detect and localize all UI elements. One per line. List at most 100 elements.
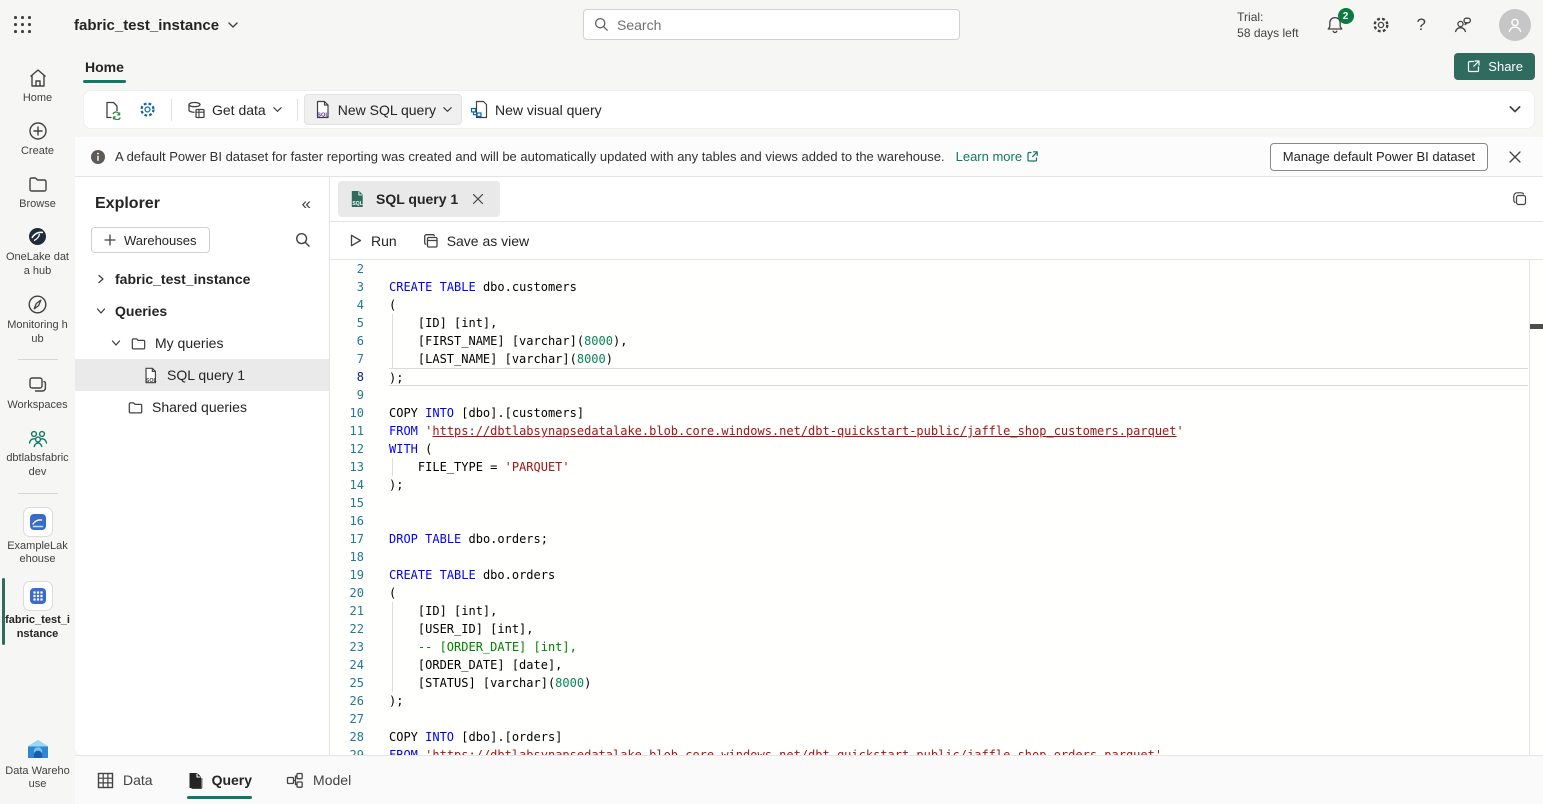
code-line-5[interactable]: 5 [ID] [int],	[330, 314, 1543, 332]
line-number: 18	[330, 548, 364, 566]
explorer-search-icon[interactable]	[295, 232, 311, 248]
ribbon-tab-home[interactable]: Home	[83, 57, 126, 77]
code-line-19[interactable]: 19CREATE TABLE dbo.orders	[330, 566, 1543, 584]
view-tab-model[interactable]: Model	[286, 756, 351, 804]
help-button[interactable]: ?	[1417, 15, 1426, 35]
global-search[interactable]	[583, 9, 960, 40]
code-line-2[interactable]: 2	[330, 260, 1543, 278]
feedback-button[interactable]	[1452, 15, 1473, 35]
code-line-18[interactable]: 18	[330, 548, 1543, 566]
code-line-28[interactable]: 28COPY INTO [dbo].[orders]	[330, 728, 1543, 746]
close-icon	[1508, 150, 1522, 164]
code-line-21[interactable]: 21 [ID] [int],	[330, 602, 1543, 620]
code-line-16[interactable]: 16	[330, 512, 1543, 530]
view-tab-data[interactable]: Data	[97, 756, 153, 804]
code-line-17[interactable]: 17DROP TABLE dbo.orders;	[330, 530, 1543, 548]
share-icon	[1466, 59, 1481, 74]
ribbon-toolbar: Get data SQL New SQL query New visual qu…	[75, 83, 1543, 137]
collapse-ribbon-chevron[interactable]	[1508, 102, 1522, 116]
rail-item-workspaces[interactable]: Workspaces	[2, 366, 74, 420]
rail-item-data-warehouse[interactable]: Data Warehouse	[2, 731, 74, 804]
tree-item-my-queries[interactable]: My queries	[75, 327, 329, 359]
run-button[interactable]: Run	[348, 233, 397, 249]
view-tab-query[interactable]: Query	[187, 756, 252, 804]
rail-item-create[interactable]: Create	[2, 113, 74, 166]
rail-item-browse[interactable]: Browse	[2, 166, 74, 219]
rail-item-monitoring-hub[interactable]: Monitoring hub	[2, 286, 74, 354]
code-line-24[interactable]: 24 [ORDER_DATE] [date],	[330, 656, 1543, 674]
line-number: 10	[330, 404, 364, 422]
refresh-button[interactable]	[94, 95, 130, 125]
code-line-11[interactable]: 11FROM 'https://dbtlabsynapsedatalake.bl…	[330, 422, 1543, 440]
close-tab-button[interactable]	[468, 189, 488, 209]
code-line-9[interactable]: 9	[330, 386, 1543, 404]
search-icon	[594, 17, 609, 32]
workspaces-icon	[26, 373, 49, 396]
chevron-down-icon	[1508, 102, 1522, 116]
code-line-10[interactable]: 10COPY INTO [dbo].[customers]	[330, 404, 1543, 422]
line-number: 27	[330, 710, 364, 728]
sql-code-editor[interactable]: 23CREATE TABLE dbo.customers4(5 [ID] [in…	[330, 260, 1543, 755]
code-line-15[interactable]: 15	[330, 494, 1543, 512]
add-warehouses-button[interactable]: Warehouses	[91, 227, 210, 253]
code-line-13[interactable]: 13 FILE_TYPE = 'PARQUET'	[330, 458, 1543, 476]
tab-sql-query-1[interactable]: SQL SQL query 1	[338, 181, 500, 217]
code-line-8[interactable]: 8);	[330, 368, 1543, 386]
code-line-3[interactable]: 3CREATE TABLE dbo.customers	[330, 278, 1543, 296]
code-line-25[interactable]: 25 [STATUS] [varchar](8000)	[330, 674, 1543, 692]
rail-item-home[interactable]: Home	[2, 60, 74, 113]
code-line-26[interactable]: 26);	[330, 692, 1543, 710]
banner-close-button[interactable]	[1501, 143, 1529, 171]
account-avatar[interactable]	[1499, 9, 1531, 41]
tree-item-queries[interactable]: Queries	[75, 295, 329, 327]
tab-list-button[interactable]	[1511, 190, 1529, 208]
save-view-icon	[423, 233, 439, 249]
new-sql-query-button[interactable]: SQL New SQL query	[304, 94, 462, 125]
line-number: 19	[330, 566, 364, 584]
document-refresh-icon	[102, 100, 122, 120]
new-visual-query-button[interactable]: New visual query	[462, 95, 610, 124]
line-number: 9	[330, 386, 364, 404]
code-line-29[interactable]: 29FROM 'https://dbtlabsynapsedatalake.bl…	[330, 746, 1543, 755]
rail-item-onelake-data-hub[interactable]: OneLake data hub	[2, 218, 74, 286]
settings-button[interactable]	[1371, 15, 1391, 35]
share-button[interactable]: Share	[1454, 53, 1535, 80]
code-line-22[interactable]: 22 [USER_ID] [int],	[330, 620, 1543, 638]
manage-default-dataset-button[interactable]: Manage default Power BI dataset	[1270, 143, 1488, 171]
line-number: 22	[330, 620, 364, 638]
code-line-6[interactable]: 6 [FIRST_NAME] [varchar](8000),	[330, 332, 1543, 350]
editor-scrollbar[interactable]	[1529, 260, 1543, 755]
onelake-icon	[26, 225, 49, 248]
toolbar-settings-button[interactable]	[130, 95, 165, 124]
svg-text:SQL: SQL	[146, 377, 158, 383]
rail-item-dbtlabsfabricdev[interactable]: dbtlabsfabricdev	[2, 420, 74, 487]
collapse-explorer-button[interactable]: «	[302, 194, 311, 214]
code-line-12[interactable]: 12WITH (	[330, 440, 1543, 458]
info-icon	[90, 149, 106, 165]
monitoring-compass-icon	[26, 293, 49, 316]
line-number: 28	[330, 728, 364, 746]
tree-item-shared-queries[interactable]: Shared queries	[75, 391, 329, 423]
code-line-27[interactable]: 27	[330, 710, 1543, 728]
get-data-button[interactable]: Get data	[178, 95, 291, 125]
code-line-7[interactable]: 7 [LAST_NAME] [varchar](8000)	[330, 350, 1543, 368]
rail-item-fabric-test-instance[interactable]: fabric_test_instance	[2, 574, 74, 649]
left-navigation-rail: Home Create Browse OneLake data hub Moni…	[0, 50, 75, 804]
top-bar: fabric_test_instance Trial: 58 days left…	[0, 0, 1543, 50]
save-as-view-button[interactable]: Save as view	[423, 233, 529, 249]
sql-document-icon: SQL	[313, 100, 332, 119]
code-line-4[interactable]: 4(	[330, 296, 1543, 314]
tree-item-sql-query-1[interactable]: SQL SQL query 1	[75, 359, 329, 391]
tree-item-warehouse-root[interactable]: fabric_test_instance	[75, 263, 329, 295]
code-line-14[interactable]: 14);	[330, 476, 1543, 494]
workspace-switcher[interactable]: fabric_test_instance	[74, 17, 239, 34]
chevron-down-icon	[96, 306, 106, 316]
rail-item-examplelakehouse[interactable]: ExampleLakehouse	[2, 500, 74, 575]
learn-more-link[interactable]: Learn more	[956, 149, 1039, 164]
app-launcher-waffle-icon[interactable]	[0, 0, 46, 50]
notifications-button[interactable]: 2	[1325, 15, 1345, 35]
code-line-23[interactable]: 23 -- [ORDER_DATE] [int],	[330, 638, 1543, 656]
sql-file-icon: SQL	[348, 190, 366, 208]
search-input[interactable]	[617, 17, 949, 33]
code-line-20[interactable]: 20(	[330, 584, 1543, 602]
